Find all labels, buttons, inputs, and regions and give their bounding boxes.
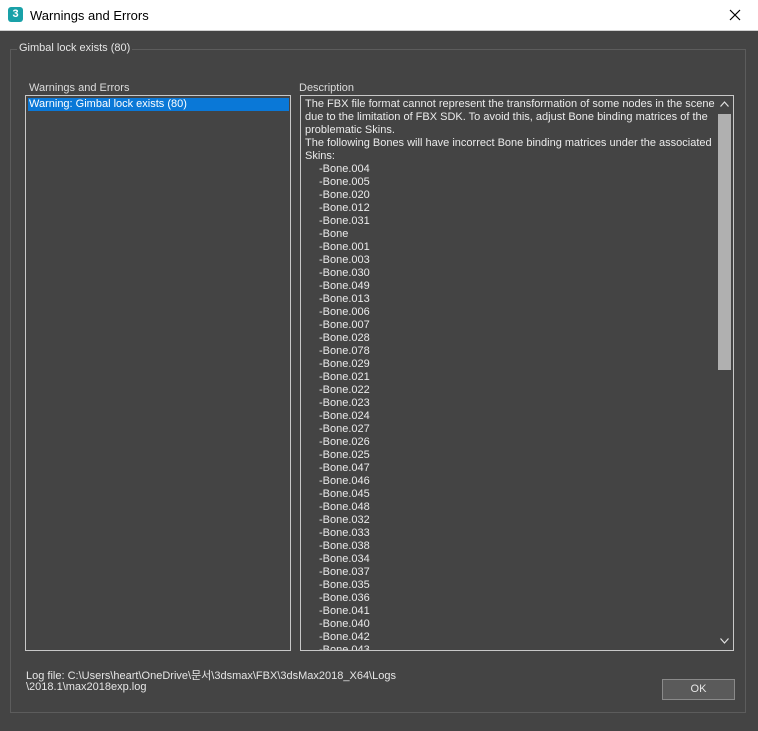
- scroll-thumb[interactable]: [718, 114, 731, 370]
- warnings-list-header: Warnings and Errors: [29, 82, 130, 94]
- chevron-up-icon: [720, 101, 729, 107]
- bone-list-item: -Bone: [319, 228, 349, 240]
- chevron-down-icon: [720, 638, 729, 644]
- bone-list-item: -Bone.013: [319, 293, 370, 305]
- bone-list-item: -Bone.036: [319, 592, 370, 604]
- bone-list-item: -Bone.001: [319, 241, 370, 253]
- app-3dsmax-icon: 3: [8, 7, 23, 22]
- bone-list-item: -Bone.006: [319, 306, 370, 318]
- bone-list-item: -Bone.029: [319, 358, 370, 370]
- group-title: Gimbal lock exists (80): [17, 42, 133, 54]
- bone-list-item: -Bone.005: [319, 176, 370, 188]
- bone-list-item: -Bone.031: [319, 215, 370, 227]
- bone-list-item: -Bone.027: [319, 423, 370, 435]
- title-bar: 3 Warnings and Errors: [0, 0, 758, 31]
- scroll-down-button[interactable]: [716, 633, 733, 650]
- bone-list-item: -Bone.023: [319, 397, 370, 409]
- bone-list-item: -Bone.021: [319, 371, 370, 383]
- bone-list-item: -Bone.004: [319, 163, 370, 175]
- bone-list-item: -Bone.022: [319, 384, 370, 396]
- bone-list-item: -Bone.028: [319, 332, 370, 344]
- bone-list-item: -Bone.033: [319, 527, 370, 539]
- bone-list-item: -Bone.078: [319, 345, 370, 357]
- description-scrollbar[interactable]: [716, 96, 733, 650]
- scroll-up-button[interactable]: [716, 96, 733, 113]
- bone-list-item: -Bone.038: [319, 540, 370, 552]
- bone-list-item: -Bone.007: [319, 319, 370, 331]
- bone-list-item: -Bone.025: [319, 449, 370, 461]
- bone-list-item: -Bone.030: [319, 267, 370, 279]
- bone-list-item: -Bone.012: [319, 202, 370, 214]
- bone-list-item: -Bone.037: [319, 566, 370, 578]
- bone-list-item: -Bone.026: [319, 436, 370, 448]
- bone-list-item: -Bone.042: [319, 631, 370, 643]
- bone-list-item: -Bone.040: [319, 618, 370, 630]
- description-header: Description: [299, 82, 355, 94]
- bone-list-item: -Bone.032: [319, 514, 370, 526]
- close-button[interactable]: [712, 0, 758, 30]
- window-title: Warnings and Errors: [30, 8, 149, 23]
- bone-list-item: -Bone.035: [319, 579, 370, 591]
- description-paragraph-2: The following Bones will have incorrect …: [305, 137, 712, 162]
- log-file-path-line-2: \2018.1\max2018exp.log: [26, 681, 147, 693]
- description-paragraph-1: The FBX file format cannot represent the…: [305, 98, 715, 136]
- bone-list-item: -Bone.045: [319, 488, 370, 500]
- bone-list-item: -Bone.047: [319, 462, 370, 474]
- ok-button[interactable]: OK: [662, 679, 735, 700]
- bone-list-item: -Bone.034: [319, 553, 370, 565]
- bone-list-item: -Bone.048: [319, 501, 370, 513]
- description-content: The FBX file format cannot represent the…: [305, 98, 715, 651]
- bone-list-item: -Bone.020: [319, 189, 370, 201]
- list-item[interactable]: Warning: Gimbal lock exists (80): [28, 98, 289, 111]
- warnings-list[interactable]: Warning: Gimbal lock exists (80): [25, 95, 291, 651]
- bone-list-item: -Bone.003: [319, 254, 370, 266]
- bone-list-item: -Bone.024: [319, 410, 370, 422]
- bone-list-item: -Bone.046: [319, 475, 370, 487]
- bone-list: -Bone.004 -Bone.005 -Bone.020 -Bone.012 -Bon…: [305, 163, 715, 651]
- bone-list-item: -Bone.041: [319, 605, 370, 617]
- bone-list-item: -Bone.043: [319, 644, 370, 651]
- description-textbox[interactable]: The FBX file format cannot represent the…: [300, 95, 734, 651]
- bone-list-item: -Bone.049: [319, 280, 370, 292]
- close-icon: [729, 9, 741, 21]
